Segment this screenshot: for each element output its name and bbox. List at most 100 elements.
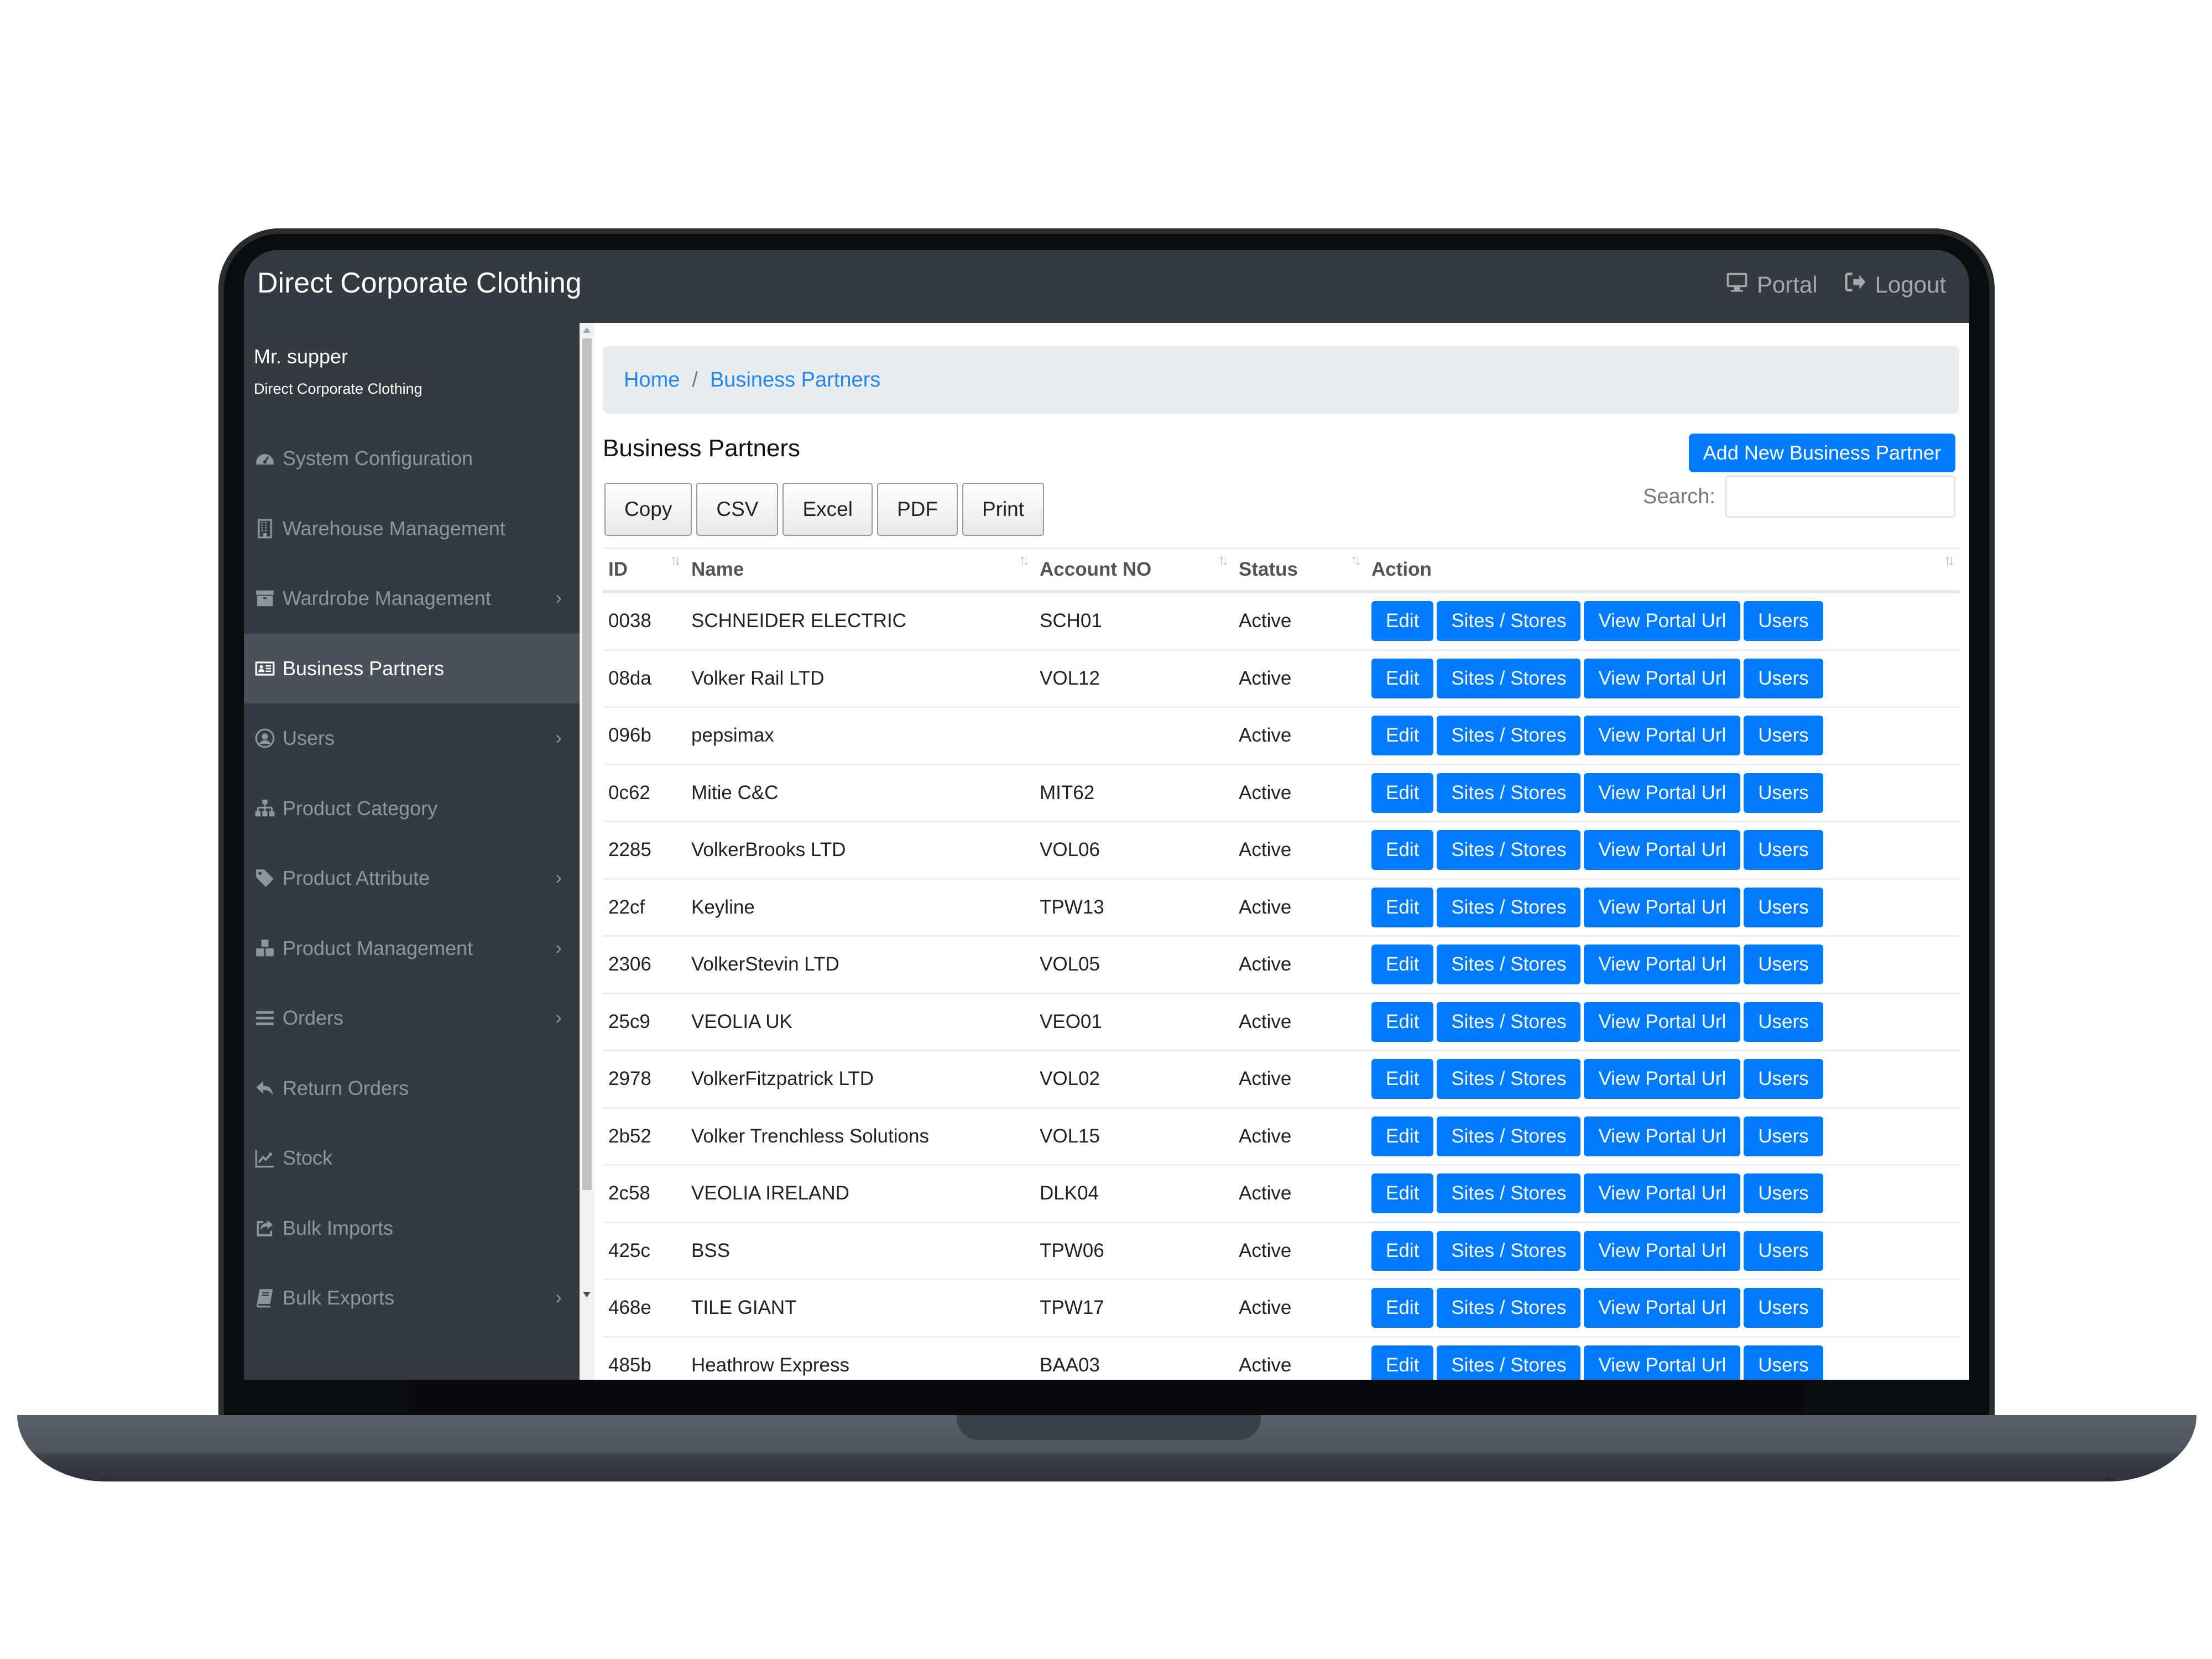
edit-button[interactable]: Edit [1371, 830, 1434, 870]
edit-button[interactable]: Edit [1371, 1116, 1434, 1156]
edit-button[interactable]: Edit [1371, 1345, 1434, 1380]
edit-button[interactable]: Edit [1371, 658, 1434, 698]
sites-stores-button[interactable]: Sites / Stores [1437, 1173, 1581, 1214]
users-button[interactable]: Users [1744, 716, 1823, 756]
cell-status: Active [1233, 764, 1366, 822]
view-portal-url-button[interactable]: View Portal Url [1584, 1001, 1741, 1042]
cell-account-no: MIT62 [1034, 764, 1233, 822]
edit-button[interactable]: Edit [1371, 945, 1434, 985]
view-portal-url-button[interactable]: View Portal Url [1584, 1059, 1741, 1099]
excel-button[interactable]: Excel [782, 483, 873, 536]
edit-button[interactable]: Edit [1371, 887, 1434, 927]
search-input[interactable] [1725, 476, 1955, 518]
user-circle-icon [254, 727, 276, 749]
sidebar-item-product-category[interactable]: Product Category [244, 774, 580, 844]
copy-button[interactable]: Copy [604, 483, 692, 536]
sidebar-item-product-attribute[interactable]: Product Attribute › [244, 843, 580, 914]
portal-link[interactable]: Portal [1725, 270, 1818, 300]
sidebar-item-warehouse-management[interactable]: Warehouse Management [244, 494, 580, 564]
users-button[interactable]: Users [1744, 1230, 1823, 1271]
column-header-name[interactable]: Name ↑↓ [686, 547, 1034, 593]
sites-stores-button[interactable]: Sites / Stores [1437, 1288, 1581, 1328]
vertical-scrollbar[interactable] [580, 323, 594, 1380]
view-portal-url-button[interactable]: View Portal Url [1584, 773, 1741, 813]
add-business-partner-button[interactable]: Add New Business Partner [1688, 434, 1955, 472]
view-portal-url-button[interactable]: View Portal Url [1584, 830, 1741, 870]
view-portal-url-button[interactable]: View Portal Url [1584, 1288, 1741, 1328]
sidebar-item-users[interactable]: Users › [244, 703, 580, 774]
pdf-button[interactable]: PDF [877, 483, 958, 536]
view-portal-url-button[interactable]: View Portal Url [1584, 887, 1741, 927]
cell-status: Active [1233, 1222, 1366, 1280]
sidebar-item-stock[interactable]: Stock [244, 1123, 580, 1193]
sidebar-item-business-partners[interactable]: Business Partners [244, 633, 580, 703]
users-button[interactable]: Users [1744, 1173, 1823, 1214]
view-portal-url-button[interactable]: View Portal Url [1584, 601, 1741, 641]
sites-stores-button[interactable]: Sites / Stores [1437, 945, 1581, 985]
users-button[interactable]: Users [1744, 1116, 1823, 1156]
sidebar-item-system-configuration[interactable]: System Configuration [244, 424, 580, 494]
column-header-account-no[interactable]: Account NO ↑↓ [1034, 547, 1233, 593]
sites-stores-button[interactable]: Sites / Stores [1437, 830, 1581, 870]
users-button[interactable]: Users [1744, 1345, 1823, 1380]
column-header-action[interactable]: Action ↑↓ [1366, 547, 1959, 593]
logout-link[interactable]: Logout [1843, 270, 1946, 300]
cell-actions: Edit Sites / Stores View Portal Url User… [1366, 1108, 1959, 1166]
sidebar-item-label: Product Attribute [283, 867, 430, 890]
csv-button[interactable]: CSV [696, 483, 779, 536]
scrollbar-thumb[interactable] [582, 338, 592, 1190]
users-button[interactable]: Users [1744, 1059, 1823, 1099]
users-button[interactable]: Users [1744, 601, 1823, 641]
users-button[interactable]: Users [1744, 830, 1823, 870]
scroll-down-arrow-icon[interactable] [583, 1292, 591, 1297]
view-portal-url-button[interactable]: View Portal Url [1584, 945, 1741, 985]
cell-status: Active [1233, 1279, 1366, 1338]
column-header-status[interactable]: Status ↑↓ [1233, 547, 1366, 593]
sites-stores-button[interactable]: Sites / Stores [1437, 887, 1581, 927]
view-portal-url-button[interactable]: View Portal Url [1584, 1173, 1741, 1214]
view-portal-url-button[interactable]: View Portal Url [1584, 1345, 1741, 1380]
edit-button[interactable]: Edit [1371, 1288, 1434, 1328]
breadcrumb-home[interactable]: Home [624, 368, 680, 392]
view-portal-url-button[interactable]: View Portal Url [1584, 658, 1741, 698]
sidebar-item-product-management[interactable]: Product Management › [244, 914, 580, 984]
users-button[interactable]: Users [1744, 1001, 1823, 1042]
cell-name: Mitie C&C [686, 764, 1034, 822]
users-button[interactable]: Users [1744, 658, 1823, 698]
sidebar-item-bulk-exports[interactable]: Bulk Exports › [244, 1263, 580, 1333]
edit-button[interactable]: Edit [1371, 1001, 1434, 1042]
users-button[interactable]: Users [1744, 773, 1823, 813]
sites-stores-button[interactable]: Sites / Stores [1437, 601, 1581, 641]
edit-button[interactable]: Edit [1371, 716, 1434, 756]
sidebar-item-orders[interactable]: Orders › [244, 983, 580, 1053]
sidebar-item-bulk-imports[interactable]: Bulk Imports [244, 1193, 580, 1264]
users-button[interactable]: Users [1744, 1288, 1823, 1328]
sites-stores-button[interactable]: Sites / Stores [1437, 1001, 1581, 1042]
cell-account-no: VOL02 [1034, 1050, 1233, 1109]
edit-button[interactable]: Edit [1371, 601, 1434, 641]
sites-stores-button[interactable]: Sites / Stores [1437, 1059, 1581, 1099]
scroll-up-arrow-icon[interactable] [583, 327, 591, 333]
view-portal-url-button[interactable]: View Portal Url [1584, 1116, 1741, 1156]
sites-stores-button[interactable]: Sites / Stores [1437, 773, 1581, 813]
edit-button[interactable]: Edit [1371, 1059, 1434, 1099]
sites-stores-button[interactable]: Sites / Stores [1437, 716, 1581, 756]
edit-button[interactable]: Edit [1371, 1230, 1434, 1271]
users-button[interactable]: Users [1744, 887, 1823, 927]
users-button[interactable]: Users [1744, 945, 1823, 985]
sites-stores-button[interactable]: Sites / Stores [1437, 1230, 1581, 1271]
sites-stores-button[interactable]: Sites / Stores [1437, 658, 1581, 698]
print-button[interactable]: Print [962, 483, 1045, 536]
breadcrumb-current[interactable]: Business Partners [710, 368, 880, 392]
column-header-id[interactable]: ID ↑↓ [603, 547, 686, 593]
edit-button[interactable]: Edit [1371, 773, 1434, 813]
view-portal-url-button[interactable]: View Portal Url [1584, 716, 1741, 756]
sidebar-item-return-orders[interactable]: Return Orders [244, 1053, 580, 1124]
edit-button[interactable]: Edit [1371, 1173, 1434, 1214]
sidebar-item-wardrobe-management[interactable]: Wardrobe Management › [244, 564, 580, 634]
sites-stores-button[interactable]: Sites / Stores [1437, 1345, 1581, 1380]
view-portal-url-button[interactable]: View Portal Url [1584, 1230, 1741, 1271]
user-organization: Direct Corporate Clothing [254, 380, 422, 397]
sites-stores-button[interactable]: Sites / Stores [1437, 1116, 1581, 1156]
brand-title[interactable]: Direct Corporate Clothing [257, 267, 582, 300]
